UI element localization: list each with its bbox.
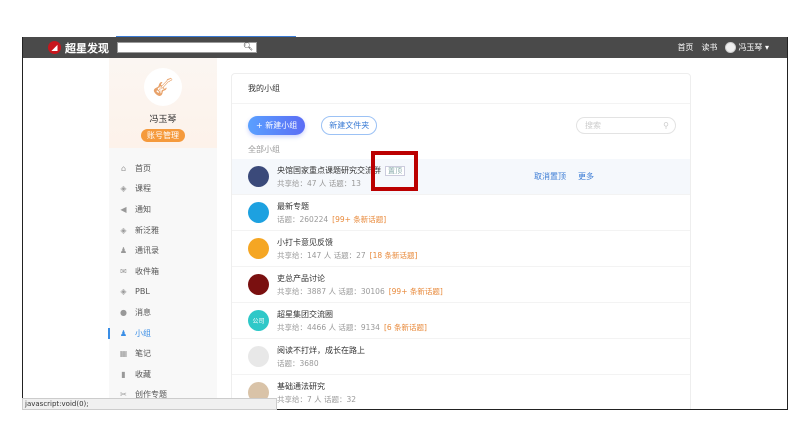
profile-card: 🎸︎ 冯玉琴 账号管理 bbox=[109, 58, 217, 148]
group-name[interactable]: 小打卡意见反馈 bbox=[277, 238, 333, 247]
sidebar-item[interactable]: ⌂ 首页 bbox=[109, 158, 217, 179]
section-label: 全部小组 bbox=[248, 145, 280, 154]
group-row[interactable]: 吏总产品讨论共享给：3887 人 话题：30106 [99+ 条新话题] bbox=[232, 267, 690, 303]
sidebar-item[interactable]: ♟ 小组 bbox=[108, 323, 217, 344]
nav-icon: ⌂ bbox=[120, 163, 127, 173]
highlight-box bbox=[371, 151, 418, 191]
nav-icon: ◈ bbox=[120, 225, 127, 235]
nav-icon: ▮ bbox=[121, 369, 126, 379]
group-meta: 话题：260224 bbox=[277, 214, 329, 224]
sidebar-item-label: 收藏 bbox=[135, 369, 151, 379]
group-row[interactable]: 阅读不打烊，成长在路上 话题：3680 bbox=[232, 339, 690, 375]
sidebar-nav: ⌂ 首页 ◈ 课程 ◀ 通知 ◈ 新泛雅 ♟ 通讯录 ✉ 收件箱 ◈ PBL ● 消息 ♟ 小组 ▦ 笔记 ▮ 收藏 ✂ 创作… bbox=[108, 148, 217, 405]
group-meta: 话题：3680 bbox=[277, 358, 319, 368]
nav-icon: ▦ bbox=[119, 349, 128, 359]
nav-icon: ◈ bbox=[120, 287, 127, 297]
group-avatar[interactable]: 公司 bbox=[248, 310, 269, 331]
nav-icon: ● bbox=[120, 307, 127, 317]
group-avatar[interactable] bbox=[248, 346, 269, 367]
nav-icon: ♟ bbox=[119, 246, 128, 256]
nav-home[interactable]: 首页 bbox=[677, 42, 693, 53]
group-name[interactable]: 基础通法研究 bbox=[277, 382, 325, 391]
brand[interactable]: 超星发现 bbox=[65, 40, 109, 56]
search-placeholder: 搜索 bbox=[585, 121, 601, 130]
sidebar-item-label: 收件箱 bbox=[135, 266, 159, 276]
my-groups-panel: 我的小组 + 新建小组 新建文件夹 搜索 ⚲ 全部小组 央馆国家重点课题研究交流群… bbox=[231, 73, 691, 409]
sidebar-item-label: 首页 bbox=[135, 163, 151, 173]
profile-name: 冯玉琴 bbox=[149, 115, 177, 125]
more-button[interactable]: 更多 bbox=[578, 171, 594, 182]
nav-icon: ◈ bbox=[120, 184, 127, 194]
sidebar: 🎸︎ 冯玉琴 账号管理 ⌂ 首页 ◈ 课程 ◀ 通知 ◈ 新泛雅 ♟ 通讯录 ✉ 收件箱 ◈ PBL ● 消息… bbox=[108, 58, 217, 409]
sidebar-item[interactable]: ♟ 通讯录 bbox=[109, 240, 217, 261]
group-row[interactable]: 基础通法研究共享给：7 人 话题：32 bbox=[232, 375, 690, 409]
sidebar-item[interactable]: ✉ 收件箱 bbox=[109, 261, 217, 282]
nav-icon: ◀ bbox=[120, 204, 127, 214]
group-row[interactable]: 最新专题话题：260224 [99+ 条新话题] bbox=[232, 195, 690, 231]
group-meta: 共享给：3887 人 话题：30106 bbox=[277, 286, 385, 296]
group-name[interactable]: 阅读不打烊，成长在路上 bbox=[277, 346, 365, 355]
nav-icon: ✉ bbox=[120, 266, 127, 276]
user-name: 冯玉琴 bbox=[738, 43, 763, 52]
avatar bbox=[725, 42, 737, 53]
group-row[interactable]: 央馆国家重点课题研究交流群 置顶 共享给：47 人 话题：13 取消置顶 更多 bbox=[232, 159, 690, 195]
group-row[interactable]: 公司 超星集团交流圈共享给：4466 人 话题：9134 [6 条新话题] bbox=[232, 303, 690, 339]
group-meta: 共享给：47 人 话题：13 bbox=[277, 178, 361, 188]
group-avatar[interactable] bbox=[248, 238, 269, 259]
top-nav: ◢ 超星发现 🔍︎ 首页 读书 冯玉琴 ▾ bbox=[23, 37, 787, 58]
avatar[interactable]: 🎸︎ bbox=[144, 68, 182, 106]
search-icon[interactable]: 🔍︎ bbox=[243, 42, 253, 51]
new-topics[interactable]: [6 条新话题] bbox=[384, 323, 427, 332]
sidebar-item[interactable]: ◈ 课程 bbox=[109, 179, 217, 200]
user-menu[interactable]: 冯玉琴 ▾ bbox=[725, 42, 769, 53]
group-meta: 共享给：147 人 话题：27 bbox=[277, 250, 366, 260]
new-folder-button[interactable]: 新建文件夹 bbox=[321, 116, 378, 135]
sidebar-item-label: 笔记 bbox=[135, 349, 151, 359]
new-topics[interactable]: [99+ 条新话题] bbox=[332, 215, 386, 224]
group-meta: 共享给：4466 人 话题：9134 bbox=[277, 322, 380, 332]
sidebar-item-label: 小组 bbox=[135, 328, 151, 338]
unpin-button[interactable]: 取消置顶 bbox=[534, 171, 566, 182]
sidebar-item-label: 课程 bbox=[135, 184, 151, 194]
sidebar-item[interactable]: ◀ 通知 bbox=[109, 199, 217, 220]
group-search-input[interactable]: 搜索 ⚲ bbox=[576, 117, 676, 134]
sidebar-item[interactable]: ● 消息 bbox=[109, 302, 217, 323]
sidebar-item[interactable]: ▦ 笔记 bbox=[109, 343, 217, 364]
nav-read[interactable]: 读书 bbox=[701, 42, 717, 53]
sidebar-item-label: 通知 bbox=[135, 204, 151, 214]
page-title: 我的小组 bbox=[232, 74, 690, 104]
sidebar-item[interactable]: ◈ PBL bbox=[109, 282, 217, 303]
logo-icon[interactable]: ◢ bbox=[48, 41, 61, 54]
sidebar-item[interactable]: ◈ 新泛雅 bbox=[109, 220, 217, 241]
group-list: 央馆国家重点课题研究交流群 置顶 共享给：47 人 话题：13 取消置顶 更多 最新专题话… bbox=[232, 159, 690, 409]
group-meta: 共享给：7 人 话题：32 bbox=[277, 394, 357, 404]
group-name[interactable]: 吏总产品讨论 bbox=[277, 274, 325, 283]
group-name[interactable]: 最新专题 bbox=[277, 202, 309, 211]
group-name[interactable]: 央馆国家重点课题研究交流群 bbox=[277, 166, 381, 175]
new-group-button[interactable]: + 新建小组 bbox=[248, 116, 306, 135]
group-avatar[interactable] bbox=[248, 166, 269, 187]
account-manage-button[interactable]: 账号管理 bbox=[141, 129, 185, 142]
browser-window: ◢ 超星发现 🔍︎ 首页 读书 冯玉琴 ▾ 🎸︎ 冯玉琴 账号管理 ⌂ 首页 ◈ 课程… bbox=[22, 37, 788, 410]
sidebar-item-label: PBL bbox=[135, 287, 150, 297]
search-input[interactable]: 🔍︎ bbox=[117, 42, 257, 53]
nav-icon: ♟ bbox=[119, 328, 128, 338]
search-icon[interactable]: ⚲ bbox=[663, 121, 669, 130]
status-bar: javascript:void(0); bbox=[22, 398, 277, 410]
group-name[interactable]: 超星集团交流圈 bbox=[277, 310, 333, 319]
sidebar-item-label: 通讯录 bbox=[135, 246, 159, 256]
sidebar-item-label: 新泛雅 bbox=[135, 225, 159, 235]
avatar-text: 公司 bbox=[252, 318, 265, 325]
sidebar-item-label: 消息 bbox=[135, 307, 151, 317]
sidebar-item[interactable]: ▮ 收藏 bbox=[109, 364, 217, 385]
new-topics[interactable]: [99+ 条新话题] bbox=[389, 287, 443, 296]
group-avatar[interactable] bbox=[248, 202, 269, 223]
group-avatar[interactable] bbox=[248, 274, 269, 295]
new-topics[interactable]: [18 条新话题] bbox=[370, 251, 418, 260]
group-row[interactable]: 小打卡意见反馈共享给：147 人 话题：27 [18 条新话题] bbox=[232, 231, 690, 267]
